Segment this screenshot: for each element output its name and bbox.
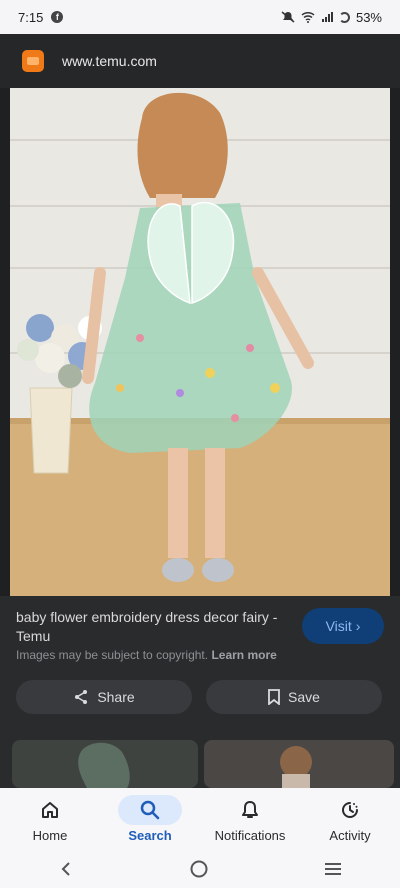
- status-icons: 53%: [281, 10, 382, 25]
- site-favicon: [22, 50, 44, 72]
- share-icon: [75, 690, 88, 704]
- battery-percent: 53%: [355, 9, 382, 25]
- home-circle-icon[interactable]: [190, 860, 208, 878]
- system-navigation-bar: [0, 850, 400, 888]
- save-label: Save: [288, 689, 320, 705]
- nav-notifications-label: Notifications: [214, 828, 286, 843]
- nav-home[interactable]: Home: [0, 788, 100, 850]
- visit-label: Visit: [325, 618, 352, 634]
- copyright-text: Images may be subject to copyright.: [16, 648, 209, 662]
- battery-icon: [338, 11, 350, 23]
- status-time: 7:15: [18, 9, 44, 25]
- related-image-thumbnail[interactable]: [12, 740, 198, 788]
- nav-search[interactable]: Search: [100, 788, 200, 850]
- nav-search-label: Search: [128, 828, 172, 843]
- activity-icon: [342, 802, 358, 818]
- facebook-icon: f: [51, 11, 64, 23]
- related-image-thumbnail[interactable]: [204, 740, 394, 788]
- related-dress-image: [78, 742, 130, 788]
- copyright-notice: Images may be subject to copyright. Lear…: [16, 648, 277, 662]
- result-panel: baby flower embroidery dress decor fairy…: [0, 596, 400, 788]
- share-label: Share: [97, 689, 135, 705]
- nav-home-label: Home: [32, 828, 68, 843]
- save-button[interactable]: Save: [206, 680, 382, 714]
- result-title[interactable]: baby flower embroidery dress decor fairy…: [16, 608, 286, 646]
- learn-more-link[interactable]: Learn more: [211, 648, 276, 662]
- visit-button[interactable]: Visit ›: [302, 608, 384, 644]
- bottom-navigation: Home Search Notifications Activity: [0, 788, 400, 850]
- status-bar: 7:15 f 53%: [0, 0, 400, 34]
- signal-icon: [321, 12, 333, 22]
- bookmark-icon: [268, 689, 280, 705]
- url-text[interactable]: www.temu.com: [62, 53, 157, 69]
- related-girl-image: [280, 746, 312, 788]
- home-icon: [42, 802, 58, 818]
- wifi-icon: [301, 11, 315, 23]
- nav-notifications[interactable]: Notifications: [200, 788, 300, 850]
- nav-activity[interactable]: Activity: [300, 788, 400, 850]
- back-icon[interactable]: [58, 861, 74, 877]
- nav-activity-label: Activity: [329, 828, 371, 843]
- product-image[interactable]: [10, 88, 390, 596]
- chevron-right-icon: ›: [355, 618, 361, 634]
- search-icon: [140, 800, 160, 820]
- mute-bell-icon: [281, 11, 295, 23]
- recents-icon[interactable]: [324, 861, 342, 877]
- browser-url-bar[interactable]: www.temu.com: [0, 34, 400, 88]
- dress-photo: [10, 88, 390, 596]
- bell-icon: [242, 801, 258, 818]
- share-button[interactable]: Share: [16, 680, 192, 714]
